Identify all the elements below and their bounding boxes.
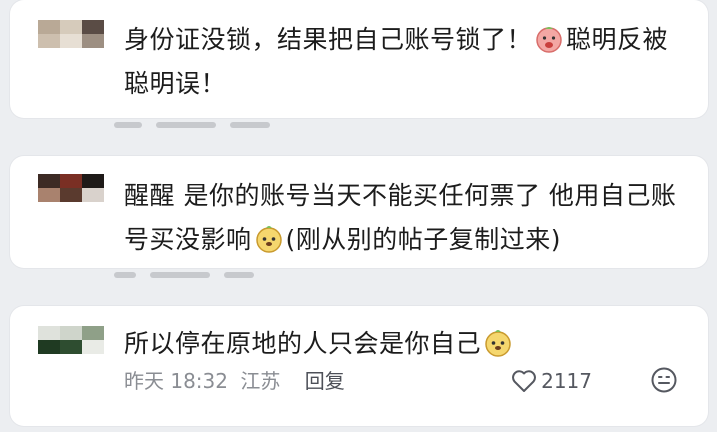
reply-button[interactable]: 回复 bbox=[305, 366, 345, 396]
smiley-face-icon bbox=[651, 367, 677, 393]
yellow-dog-emoji-icon bbox=[485, 330, 511, 357]
emoji-reaction-button[interactable] bbox=[650, 366, 678, 396]
comment-text-part: 所以停在原地的人只会是你自己 bbox=[124, 329, 482, 358]
comment-location: 江苏 bbox=[240, 369, 281, 393]
comment-text: 所以停在原地的人只会是你自己 bbox=[124, 322, 690, 366]
yellow-dog-emoji-icon bbox=[255, 226, 282, 253]
like-count: 2117 bbox=[541, 369, 592, 393]
like-button[interactable]: 2117 bbox=[511, 366, 592, 396]
comment-card-3: 所以停在原地的人只会是你自己 昨天 18:32 江苏 回复 2117 bbox=[10, 306, 708, 426]
partial-meta-row bbox=[114, 268, 699, 280]
comment-text: 身份证没锁，结果把自己账号锁了！ 聪明反被聪明误！ bbox=[124, 18, 690, 106]
comment-text-part: (刚从别的帖子复制过来) bbox=[285, 225, 562, 254]
avatar-pixelated[interactable] bbox=[38, 20, 104, 48]
heart-icon bbox=[512, 370, 537, 392]
partial-meta-row bbox=[114, 118, 699, 130]
comment-time: 昨天 18:32 bbox=[124, 369, 228, 393]
comment-meta: 昨天 18:32 江苏 回复 2117 bbox=[124, 366, 690, 396]
avatar-pixelated[interactable] bbox=[38, 174, 104, 202]
pink-peach-emoji-icon bbox=[536, 27, 562, 53]
comment-card-1: 身份证没锁，结果把自己账号锁了！ 聪明反被聪明误！ bbox=[10, 0, 708, 118]
comment-card-2: 醒醒 是你的账号当天不能买任何票了 他用自己账号买没影响 (刚从别的帖子复制过来… bbox=[10, 156, 708, 268]
comment-text: 醒醒 是你的账号当天不能买任何票了 他用自己账号买没影响 (刚从别的帖子复制过来… bbox=[124, 174, 690, 262]
comment-text-part: 身份证没锁，结果把自己账号锁了！ bbox=[124, 25, 533, 54]
avatar-pixelated[interactable] bbox=[38, 326, 104, 354]
